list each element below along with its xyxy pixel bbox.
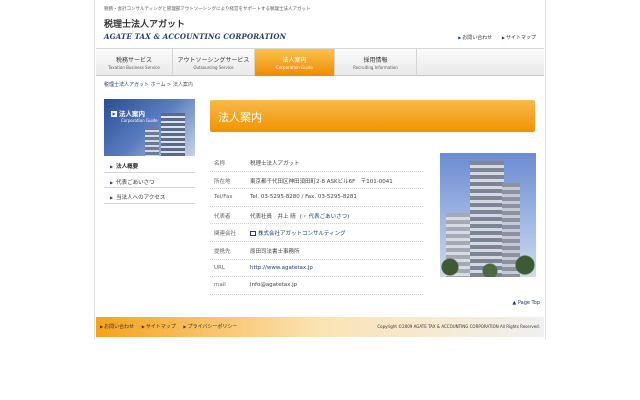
header-links: ▶お問い合わせ ▶サイトマップ [450, 34, 536, 41]
arrow-icon: ▶ [501, 35, 505, 40]
page-title: 法人案内 [218, 111, 262, 124]
website-link[interactable]: http://www.agatetax.jp [250, 265, 313, 271]
nav-tab-sublabel: Corporation Guide [276, 65, 313, 70]
external-window-icon [250, 231, 256, 237]
footer-link-label: サイトマップ [145, 324, 176, 330]
info-row-representative: 代表者 代表社員 井上 晴 (☞ 代表ごあいさつ) [210, 207, 423, 225]
header-link-sitemap-label: サイトマップ [505, 35, 536, 41]
info-value: 代表社員 井上 晴 (☞ 代表ごあいさつ) [250, 212, 349, 220]
header-link-sitemap[interactable]: ▶サイトマップ [502, 35, 536, 41]
affiliate-link-label: 株式会社アガットコンサルティング [258, 231, 346, 238]
arrow-icon: ▶ [141, 324, 145, 329]
sidebar-banner-subtitle: Corporation Guide [121, 118, 158, 123]
nav-tab-corporation[interactable]: 法人案内 Corporation Guide [255, 49, 335, 76]
footer-link-contact[interactable]: ▶お問い合わせ [100, 324, 134, 330]
sidebar-banner: ▶ 法人案内 Corporation Guide [104, 99, 195, 156]
info-value: info@agatetax.jp [250, 282, 298, 289]
breadcrumb-current: 法人案内 [172, 82, 193, 88]
sidebar-banner-title: ▶ 法人案内 [111, 108, 145, 118]
footer-links: ▶お問い合わせ ▶サイトマップ ▶プライバシーポリシー [100, 323, 243, 330]
play-icon: ▶ [111, 111, 117, 117]
arrow-icon: ▶ [100, 324, 104, 329]
arrow-icon: ▶ [110, 195, 114, 200]
nav-tab-taxation[interactable]: 税務サービス Taxation Business Service [96, 49, 173, 76]
office-building-photo [440, 153, 536, 277]
representative-name: 代表社員 井上 晴 [250, 213, 296, 220]
arrow-icon: ▶ [183, 324, 187, 329]
nav-tab-sublabel: Taxation Business Service [108, 65, 160, 70]
info-row-partner: 提携先 原田司法書士事務所 [210, 242, 423, 260]
sidebar-item-overview[interactable]: ▶ 法人概要 [104, 157, 195, 173]
nav-tab-label: 法人案内 [282, 57, 307, 64]
info-value: 税理士法人アガット [250, 161, 300, 167]
info-value: 原田司法書士事務所 [250, 248, 300, 255]
info-key: 代表者 [214, 213, 231, 220]
info-key: 所在地 [214, 178, 231, 185]
greeting-link[interactable]: (☞ 代表ごあいさつ) [300, 214, 349, 220]
page-top-link[interactable]: ▲ Page Top [512, 300, 540, 306]
sidebar-item-label: 代表ごあいさつ [116, 179, 155, 186]
header-link-contact-label: お問い合わせ [462, 35, 493, 41]
info-value: 東京都千代田区神田須田町2-8 ASKビル6F 〒101-0041 [250, 178, 393, 185]
nav-tab-outsourcing[interactable]: アウトソーシングサービス Outsourcing Service [173, 49, 255, 76]
copyright: Copyright ©2009 AGATE TAX & ACCOUNTING C… [377, 324, 540, 329]
info-row-mail: mail info@agatetax.jp [210, 277, 423, 295]
page-title-bar: 法人案内 [210, 100, 535, 132]
info-key: mail [214, 282, 226, 289]
logo-english[interactable]: AGATE TAX & ACCOUNTING CORPORATION [104, 32, 286, 41]
info-key: 名称 [214, 161, 226, 167]
footer-link-sitemap[interactable]: ▶サイトマップ [142, 324, 176, 330]
footer-link-label: お問い合わせ [104, 324, 135, 330]
sidebar-menu: ▶ 法人概要 ▶ 代表ごあいさつ ▶ 当法人へのアクセス [104, 157, 195, 204]
footer-link-privacy[interactable]: ▶プライバシーポリシー [183, 324, 237, 330]
arrow-icon: ▶ [458, 35, 462, 40]
breadcrumb-separator: > [165, 82, 173, 88]
info-row-url: URL http://www.agatetax.jp [210, 260, 423, 278]
site-tagline: 税務・会計コンサルティングと管理部アウトソーシングにより経営をサポートする税理士… [104, 7, 311, 12]
trees-image [440, 255, 536, 277]
info-row-name: 名称 税理士法人アガット [210, 154, 423, 172]
sidebar-item-greeting[interactable]: ▶ 代表ごあいさつ [104, 173, 195, 188]
nav-tab-sublabel: Recruiting Information [353, 65, 398, 70]
sidebar-item-label: 法人概要 [116, 164, 139, 170]
info-key: URL [214, 264, 225, 271]
sidebar-item-label: 当法人へのアクセス [116, 195, 166, 201]
global-nav: 税務サービス Taxation Business Service アウトソーシン… [96, 48, 544, 76]
info-key: 関連会社 [214, 231, 237, 238]
breadcrumb-home[interactable]: 税理士法人アガット ホーム [104, 82, 165, 88]
arrow-icon: ▶ [110, 164, 114, 169]
footer-link-label: プライバシーポリシー [187, 324, 238, 330]
info-row-telfax: Tel/Fax Tel. 03-5295-8280 / Fax. 03-5295-… [210, 189, 423, 207]
nav-tab-label: 採用情報 [363, 57, 388, 64]
building-image [145, 127, 159, 156]
building-image [161, 113, 185, 156]
company-info-table: 名称 税理士法人アガット 所在地 東京都千代田区神田須田町2-8 ASKビル6F 〒… [210, 154, 423, 295]
info-value: Tel. 03-5295-8280 / Fax. 03-5295-8281 [250, 194, 357, 201]
info-key: 提携先 [214, 248, 231, 255]
sidebar-banner-title-text: 法人案内 [119, 110, 145, 118]
header-link-contact[interactable]: ▶お問い合わせ [458, 35, 492, 41]
info-key: Tel/Fax [214, 194, 233, 201]
info-row-affiliate: 関連会社 株式会社アガットコンサルティング [210, 224, 423, 242]
info-row-address: 所在地 東京都千代田区神田須田町2-8 ASKビル6F 〒101-0041 [210, 172, 423, 190]
arrow-icon: ▶ [110, 179, 114, 185]
nav-tab-label: アウトソーシングサービス [177, 57, 250, 64]
logo-japanese[interactable]: 税理士法人アガット [104, 17, 185, 30]
breadcrumb: 税理士法人アガット ホーム > 法人案内 [104, 81, 193, 88]
nav-tab-label: 税務サービス [115, 57, 152, 64]
nav-tab-sublabel: Outsourcing Service [193, 65, 234, 70]
nav-tab-recruiting[interactable]: 採用情報 Recruiting Information [335, 49, 417, 76]
footer: ▶お問い合わせ ▶サイトマップ ▶プライバシーポリシー Copyright ©2… [96, 317, 544, 337]
affiliate-link[interactable]: 株式会社アガットコンサルティング [250, 229, 346, 237]
sidebar-item-access[interactable]: ▶ 当法人へのアクセス [104, 188, 195, 204]
